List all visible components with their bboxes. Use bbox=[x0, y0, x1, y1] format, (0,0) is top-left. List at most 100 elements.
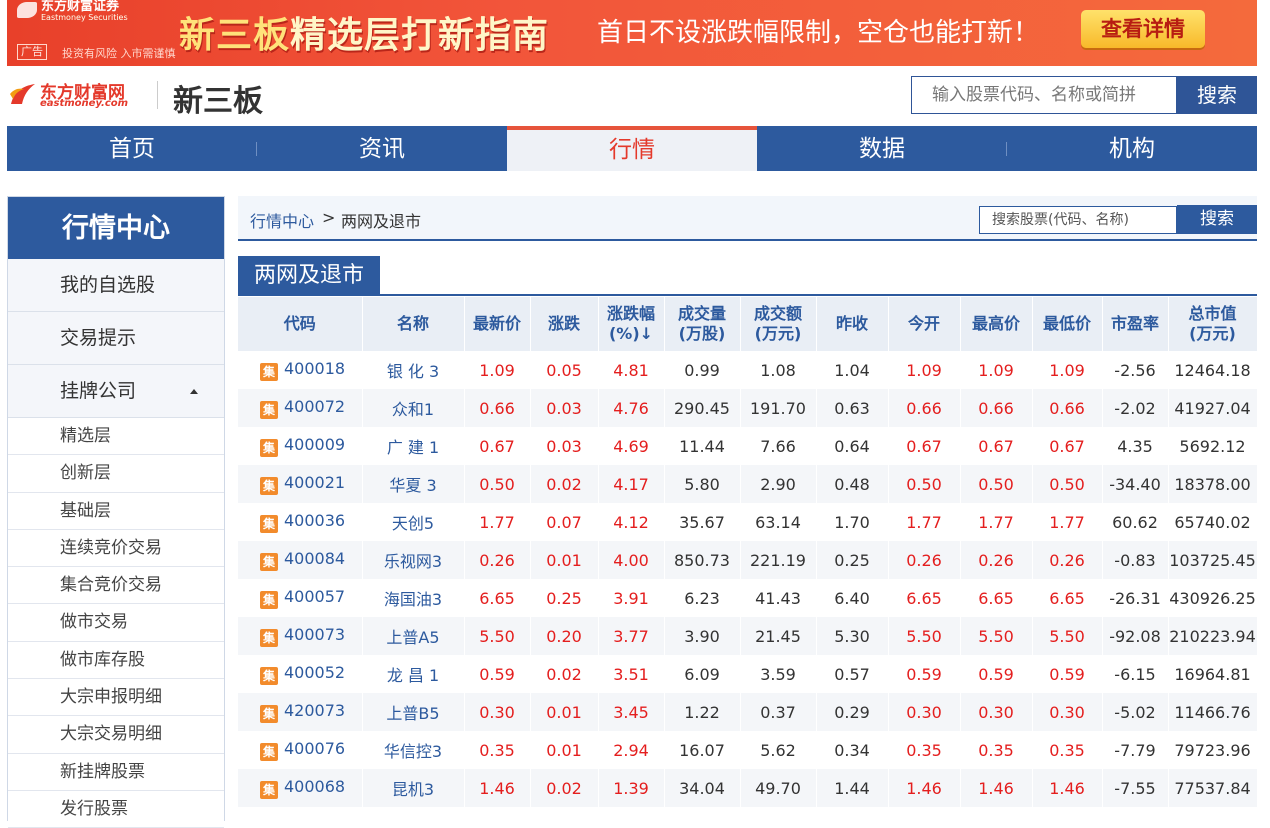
sidebar-item-market-making[interactable]: 做市交易 bbox=[8, 604, 224, 642]
cell-code[interactable]: 集 400076 bbox=[238, 731, 363, 769]
sidebar-item-continuous-auction[interactable]: 连续竞价交易 bbox=[8, 529, 224, 568]
column-header-latest-price[interactable]: 最新价 bbox=[464, 297, 531, 351]
cell-turnover: 0.37 bbox=[740, 693, 817, 731]
nav-item-news[interactable]: 资讯 bbox=[257, 126, 507, 171]
cell-name[interactable]: 龙 昌 1 bbox=[362, 655, 465, 693]
table-row[interactable]: 集 400036 天创5 1.77 0.07 4.12 35.67 63.14 1.70 1.77… bbox=[238, 503, 1258, 541]
cell-code[interactable]: 集 400052 bbox=[238, 655, 363, 693]
column-header-volume[interactable]: 成交量 (万股) bbox=[664, 297, 741, 351]
ad-risk-notice: 投资有风险 入市需谨慎 bbox=[62, 47, 176, 60]
cell-code[interactable]: 集 400084 bbox=[238, 541, 363, 579]
sidebar-item-block-declaration[interactable]: 大宗申报明细 bbox=[8, 679, 224, 717]
cell-market-cap: 65740.02 bbox=[1168, 503, 1258, 541]
nav-item-data[interactable]: 数据 bbox=[757, 126, 1007, 171]
cell-low: 1.09 bbox=[1032, 351, 1103, 389]
nav-item-market[interactable]: 行情 bbox=[507, 126, 757, 171]
stock-search-input[interactable]: 搜索股票(代码、名称) bbox=[979, 206, 1177, 234]
table-row[interactable]: 集 400072 众和1 0.66 0.03 4.76 290.45 191.70 0.63 0.… bbox=[238, 389, 1258, 427]
column-header-change[interactable]: 涨跌 bbox=[530, 297, 599, 351]
cell-latest-price: 0.66 bbox=[464, 389, 531, 427]
sidebar-item-select-tier[interactable]: 精选层 bbox=[8, 418, 224, 456]
cell-change-pct: 2.94 bbox=[598, 731, 665, 769]
nav-item-home[interactable]: 首页 bbox=[7, 126, 257, 171]
nav-item-institutions[interactable]: 机构 bbox=[1007, 126, 1257, 171]
sidebar-title[interactable]: 行情中心 bbox=[8, 197, 224, 259]
column-header-low[interactable]: 最低价 bbox=[1032, 297, 1103, 351]
cell-name[interactable]: 华信控3 bbox=[362, 731, 465, 769]
sidebar-item-watchlist[interactable]: 我的自选股 bbox=[8, 259, 224, 312]
cell-change-pct: 4.17 bbox=[598, 465, 665, 503]
cell-high: 0.26 bbox=[960, 541, 1033, 579]
eastmoney-logo-icon[interactable] bbox=[8, 80, 38, 108]
sidebar-item-innovation-tier[interactable]: 创新层 bbox=[8, 455, 224, 493]
cell-name[interactable]: 天创5 bbox=[362, 503, 465, 541]
sidebar-item-trade-tips[interactable]: 交易提示 bbox=[8, 312, 224, 365]
column-header-code[interactable]: 代码 bbox=[238, 297, 363, 351]
table-row[interactable]: 集 400073 上普A5 5.50 0.20 3.77 3.90 21.45 5.30 5.50… bbox=[238, 617, 1258, 655]
cell-change-pct: 3.45 bbox=[598, 693, 665, 731]
cell-volume: 3.90 bbox=[664, 617, 741, 655]
cell-volume: 290.45 bbox=[664, 389, 741, 427]
table-row[interactable]: 集 420073 上普B5 0.30 0.01 3.45 1.22 0.37 0.29 0.30 0… bbox=[238, 693, 1258, 731]
sidebar-group-listed-companies[interactable]: 挂牌公司 bbox=[8, 365, 224, 418]
column-header-prev-close[interactable]: 昨收 bbox=[816, 297, 889, 351]
cell-name[interactable]: 华夏 3 bbox=[362, 465, 465, 503]
cell-change-pct: 3.51 bbox=[598, 655, 665, 693]
sidebar-item-call-auction[interactable]: 集合竞价交易 bbox=[8, 567, 224, 605]
sidebar-item-mm-inventory[interactable]: 做市库存股 bbox=[8, 641, 224, 680]
site-name[interactable]: 新三板 bbox=[173, 76, 263, 120]
table-row[interactable]: 集 400076 华信控3 0.35 0.01 2.94 16.07 5.62 0.34 0.35… bbox=[238, 731, 1258, 769]
cell-name[interactable]: 海国油3 bbox=[362, 579, 465, 617]
cell-name[interactable]: 上普B5 bbox=[362, 693, 465, 731]
sidebar-item-block-trade[interactable]: 大宗交易明细 bbox=[8, 716, 224, 754]
ad-view-details-button[interactable]: 查看详情 bbox=[1081, 10, 1205, 48]
cell-code[interactable]: 集 420073 bbox=[238, 693, 363, 731]
cell-name[interactable]: 上普A5 bbox=[362, 617, 465, 655]
cell-name[interactable]: 银 化 3 bbox=[362, 351, 465, 389]
header-search-input[interactable]: 输入股票代码、名称或简拼 bbox=[911, 76, 1177, 114]
caret-up-icon[interactable] bbox=[190, 389, 198, 394]
cell-name[interactable]: 广 建 1 bbox=[362, 427, 465, 465]
cell-open: 1.77 bbox=[888, 503, 961, 541]
cell-code[interactable]: 集 400057 bbox=[238, 579, 363, 617]
cell-code[interactable]: 集 400009 bbox=[238, 427, 363, 465]
cell-market-cap: 41927.04 bbox=[1168, 389, 1258, 427]
cell-code[interactable]: 集 400036 bbox=[238, 503, 363, 541]
column-header-change-pct[interactable]: 涨跌幅 (%)↓ bbox=[598, 297, 665, 351]
column-header-turnover[interactable]: 成交额 (万元) bbox=[740, 297, 817, 351]
sidebar-item-new-listings[interactable]: 新挂牌股票 bbox=[8, 753, 224, 791]
cell-prev-close: 1.04 bbox=[816, 351, 889, 389]
cell-code[interactable]: 集 400021 bbox=[238, 465, 363, 503]
cell-turnover: 191.70 bbox=[740, 389, 817, 427]
column-header-name[interactable]: 名称 bbox=[362, 297, 465, 351]
column-header-pe-ratio[interactable]: 市盈率 bbox=[1102, 297, 1169, 351]
cell-code[interactable]: 集 400018 bbox=[238, 351, 363, 389]
cell-name[interactable]: 昆机3 bbox=[362, 769, 465, 807]
stock-search-button[interactable]: 搜索 bbox=[1177, 205, 1257, 234]
cell-name[interactable]: 众和1 bbox=[362, 389, 465, 427]
ad-banner[interactable]: 东方财富证券 Eastmoney Securities 新三板精选层打新指南 首… bbox=[7, 0, 1257, 66]
column-header-market-cap[interactable]: 总市值 (万元) bbox=[1168, 297, 1258, 351]
sidebar-item-issued-stocks[interactable]: 发行股票 bbox=[8, 790, 224, 828]
cell-code[interactable]: 集 400073 bbox=[238, 617, 363, 655]
cell-name[interactable]: 乐视网3 bbox=[362, 541, 465, 579]
table-row[interactable]: 集 400057 海国油3 6.65 0.25 3.91 6.23 41.43 6.40 6.65… bbox=[238, 579, 1258, 617]
header-search-button[interactable]: 搜索 bbox=[1177, 76, 1257, 114]
breadcrumb-root-link[interactable]: 行情中心 bbox=[250, 208, 314, 232]
column-header-high[interactable]: 最高价 bbox=[960, 297, 1033, 351]
cell-low: 0.50 bbox=[1032, 465, 1103, 503]
sidebar-item-basic-tier[interactable]: 基础层 bbox=[8, 492, 224, 530]
table-row[interactable]: 集 400021 华夏 3 0.50 0.02 4.17 5.80 2.90 0.48 0.50 0… bbox=[238, 465, 1258, 503]
cell-code[interactable]: 集 400072 bbox=[238, 389, 363, 427]
cell-code[interactable]: 集 400068 bbox=[238, 769, 363, 807]
table-row[interactable]: 集 400052 龙 昌 1 0.59 0.02 3.51 6.09 3.59 0.57 0.59… bbox=[238, 655, 1258, 693]
cell-high: 1.46 bbox=[960, 769, 1033, 807]
table-row[interactable]: 集 400009 广 建 1 0.67 0.03 4.69 11.44 7.66 0.64 0.6… bbox=[238, 427, 1258, 465]
sidebar-group-label: 挂牌公司 bbox=[60, 380, 137, 402]
table-row[interactable]: 集 400084 乐视网3 0.26 0.01 4.00 850.73 221.19 0.25 0… bbox=[238, 541, 1258, 579]
column-header-open[interactable]: 今开 bbox=[888, 297, 961, 351]
table-row[interactable]: 集 400018 银 化 3 1.09 0.05 4.81 0.99 1.08 1.04 1.09… bbox=[238, 351, 1258, 389]
table-row[interactable]: 集 400068 昆机3 1.46 0.02 1.39 34.04 49.70 1.44 1.46… bbox=[238, 769, 1258, 807]
stock-badge-icon: 集 bbox=[260, 363, 278, 381]
cell-prev-close: 0.34 bbox=[816, 731, 889, 769]
